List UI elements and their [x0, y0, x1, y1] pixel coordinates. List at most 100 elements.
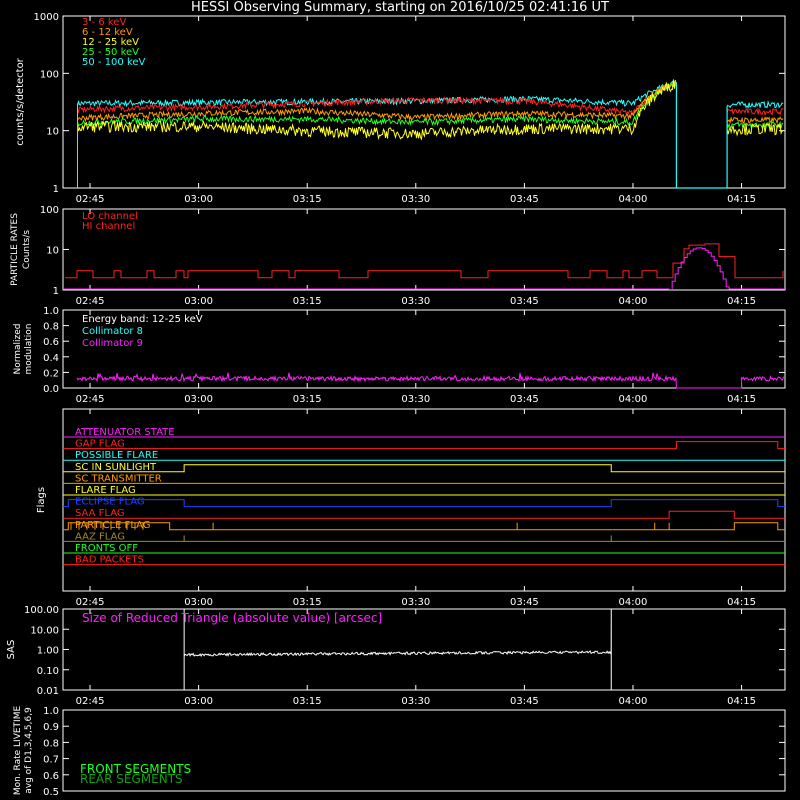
count-rate-xtick-label: 03:30: [401, 194, 430, 205]
particle-rates-xtick-label: 04:00: [619, 296, 648, 307]
modulation-xtick-label: 02:45: [76, 394, 105, 405]
modulation-energy-band: Energy band: 12-25 keV: [82, 314, 203, 325]
modulation-xtick-label: 04:15: [727, 394, 756, 405]
particle-rates-xtick-label: 03:45: [510, 296, 539, 307]
flags-row-7: [63, 510, 785, 519]
particle-rates-ytick-label: 10: [46, 246, 59, 257]
flags-label-3: SC IN SUNLIGHT: [75, 462, 157, 473]
sas-xtick-label: 03:30: [401, 696, 430, 707]
flags-label-9: AAZ FLAG: [75, 531, 125, 542]
particle-rates-ylabel: PARTICLE RATES: [10, 213, 20, 286]
flags-xtick-label: 03:45: [510, 597, 539, 608]
flags-label-2: POSSIBLE FLARE: [75, 450, 158, 461]
flags-row-1: [63, 441, 785, 450]
sas-xtick-label: 04:15: [727, 696, 756, 707]
sas-xtick-label: 03:15: [293, 696, 322, 707]
livetime-ylabel-2: avg of D1,3,4,5,6,9: [24, 707, 34, 794]
particle-rates-hi-channel: [63, 247, 785, 290]
livetime-ytick-label: 0.7: [43, 755, 59, 766]
count-rate-xtick-label: 02:45: [76, 194, 105, 205]
livetime-ytick-label: 1.0: [43, 706, 59, 717]
modulation-ytick-label: 1.0: [43, 306, 59, 317]
modulation-ytick-label: 0.0: [43, 384, 59, 395]
summary-plot: 02:45 03:00 03:15 03:30 03:45 04:00 04:1511010…: [6, 12, 786, 798]
flags-label-11: BAD PACKETS: [75, 555, 144, 566]
modulation-xtick-label: 04:00: [619, 394, 648, 405]
count-rate-xtick-label: 04:00: [619, 194, 648, 205]
count-rate-ylabel: counts/s/detector: [15, 57, 26, 145]
modulation-xtick-label: 03:00: [184, 394, 213, 405]
particle-rates-ytick-label: 1: [53, 286, 59, 297]
particle-rates-xtick-label: 03:15: [293, 296, 322, 307]
sas-xtick-label: 02:45: [76, 696, 105, 707]
flags-xtick-label: 03:15: [293, 597, 322, 608]
particle-rates-xtick-label: 03:30: [401, 296, 430, 307]
flags-xtick-label: 04:15: [727, 597, 756, 608]
sas-xtick-label: 03:00: [184, 696, 213, 707]
flags-label-4: SC TRANSMITTER: [75, 473, 162, 484]
flags-xtick-label: 02:45: [76, 597, 105, 608]
modulation-legend-1: Collimator 9: [82, 338, 143, 349]
count-rate-series-2-after-gap: [726, 123, 784, 137]
count-rate-xtick-label: 04:15: [727, 194, 756, 205]
flags-row-8: [63, 522, 785, 531]
particle-rates-xtick-label: 02:45: [76, 296, 105, 307]
flags-xtick-label: 03:00: [184, 597, 213, 608]
count-rate-ytick-label: 1000: [34, 12, 59, 23]
flags-label-6: ECLIPSE FLAG: [75, 497, 145, 508]
livetime-ytick-label: 0.9: [43, 722, 59, 733]
flags-label-0: ATTENUATOR STATE: [75, 427, 175, 438]
sas-xtick-label: 04:00: [619, 696, 648, 707]
count-rate-gap-trace: [675, 82, 728, 189]
livetime-ytick-label: 0.8: [43, 738, 59, 749]
flags-label-10: FRONTS OFF: [75, 543, 138, 554]
count-rate-series-0-after-gap: [726, 107, 784, 117]
flags-xtick-label: 03:30: [401, 597, 430, 608]
flags-label-8: PARTICLE FLAG: [75, 520, 151, 531]
count-rate-series-1-after-gap: [726, 115, 784, 125]
count-rate-ytick-label: 100: [40, 69, 59, 80]
flags-label-7: SAA FLAG: [75, 508, 125, 519]
count-rate-xtick-label: 03:45: [510, 194, 539, 205]
modulation-ytick-label: 0.2: [43, 368, 59, 379]
particle-rates-ylabel-unit: Counts/s: [22, 230, 32, 269]
sas-ytick-label: 0.10: [37, 666, 59, 677]
modulation-ylabel-2: modulation: [24, 324, 34, 375]
particle-rates-ytick-label: 100: [40, 205, 59, 216]
count-rate-ytick-label: 10: [46, 127, 59, 138]
modulation-xtick-label: 03:15: [293, 394, 322, 405]
sas-xtick-label: 03:45: [510, 696, 539, 707]
sas-annotation: Size of Reduced Triangle (absolute value…: [82, 611, 382, 625]
sas-ytick-label: 0.01: [37, 686, 59, 697]
particle-rates-legend-1: HI channel: [82, 221, 135, 232]
livetime-ylabel: Mon. Rate LIVETIME: [13, 706, 23, 796]
modulation-collimator-9: [76, 372, 785, 389]
flags-row-6: [63, 499, 785, 508]
sas-ytick-label: 10.00: [30, 625, 59, 636]
modulation-xtick-label: 03:30: [401, 394, 430, 405]
sas-ytick-label: 100.00: [24, 605, 59, 616]
count-rate-series-0: [77, 80, 676, 116]
flags-row-3: [63, 464, 785, 473]
modulation-ytick-label: 0.6: [43, 337, 59, 348]
modulation-legend-0: Collimator 8: [82, 326, 143, 337]
modulation-ytick-label: 0.4: [43, 353, 59, 364]
modulation-ytick-label: 0.8: [43, 322, 59, 333]
livetime-ytick-label: 0.5: [43, 787, 59, 798]
modulation-xtick-label: 03:45: [510, 394, 539, 405]
flags-ylabel: Flags: [36, 487, 47, 513]
livetime-legend-1: REAR SEGMENTS: [80, 772, 183, 786]
particle-rates-xtick-label: 03:00: [184, 296, 213, 307]
flags-xtick-label: 04:00: [619, 597, 648, 608]
sas-ylabel: SAS: [6, 640, 17, 660]
count-rate-ytick-label: 1: [53, 184, 59, 195]
count-rate-xtick-label: 03:15: [293, 194, 322, 205]
flags-label-5: FLARE FLAG: [75, 485, 136, 496]
sas-ytick-label: 1.00: [37, 646, 59, 657]
modulation-ylabel: Normalized: [13, 323, 23, 374]
flags-label-1: GAP FLAG: [75, 439, 125, 450]
particle-rates-xtick-label: 04:15: [727, 296, 756, 307]
livetime-ytick-label: 0.6: [43, 771, 59, 782]
count-rate-legend-4: 50 - 100 keV: [82, 57, 146, 68]
particle-rates-lo-channel: [65, 243, 784, 279]
